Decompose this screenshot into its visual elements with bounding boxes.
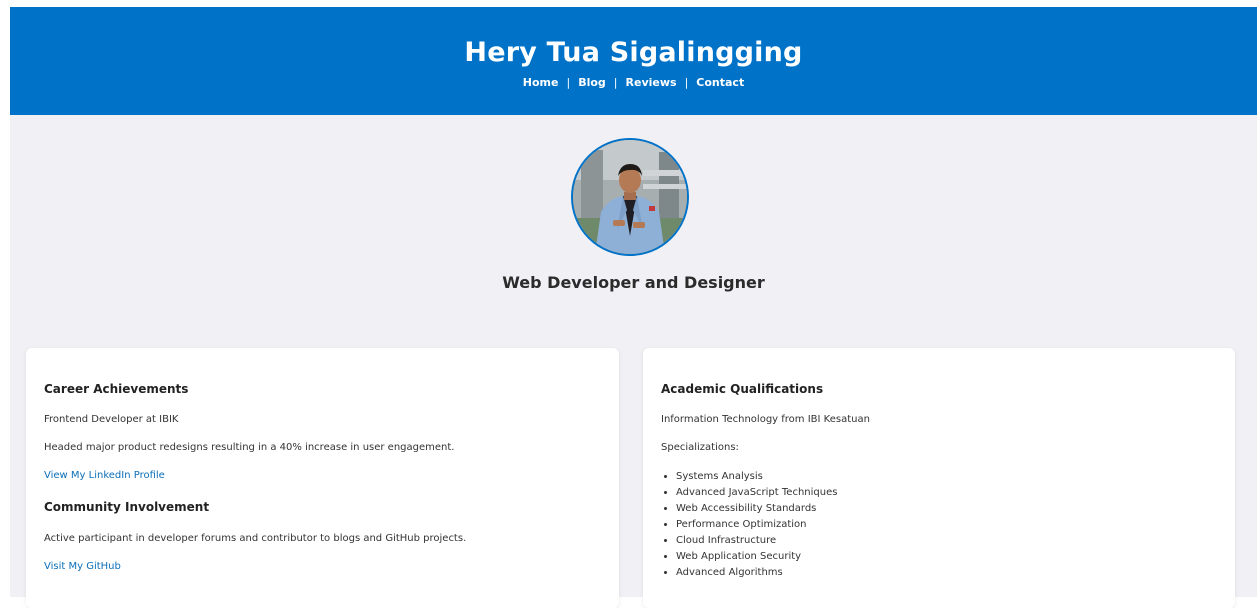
- site-header: Hery Tua Sigalingging Home | Blog | Reviews |…: [10, 7, 1257, 115]
- list-item: Web Accessibility Standards: [676, 501, 837, 517]
- community-text: Active participant in developer forums a…: [44, 533, 467, 544]
- profile-avatar: [571, 138, 689, 256]
- career-card: Career Achievements Frontend Developer a…: [26, 348, 619, 608]
- nav-link-reviews[interactable]: Reviews: [626, 76, 677, 89]
- career-achievement: Headed major product redesigns resulting…: [44, 442, 455, 453]
- nav-link-blog[interactable]: Blog: [578, 76, 606, 89]
- linkedin-link[interactable]: View My LinkedIn Profile: [44, 469, 165, 483]
- main-nav: Home | Blog | Reviews | Contact: [10, 75, 1257, 91]
- profile-photo-icon: [573, 140, 687, 254]
- academic-card: Academic Qualifications Information Tech…: [643, 348, 1235, 608]
- nav-separator: |: [566, 76, 571, 89]
- community-heading: Community Involvement: [44, 500, 210, 514]
- list-item: Web Application Security: [676, 549, 837, 565]
- career-role: Frontend Developer at IBIK: [44, 414, 179, 425]
- nav-separator: |: [684, 76, 689, 89]
- profile-tagline: Web Developer and Designer: [502, 273, 765, 292]
- list-item: Systems Analysis: [676, 469, 837, 485]
- list-item: Advanced JavaScript Techniques: [676, 485, 837, 501]
- academic-degree: Information Technology from IBI Kesatuan: [661, 414, 870, 425]
- list-item: Cloud Infrastructure: [676, 533, 837, 549]
- career-heading: Career Achievements: [44, 382, 189, 396]
- specializations-label: Specializations:: [661, 442, 739, 453]
- nav-link-contact[interactable]: Contact: [696, 76, 744, 89]
- nav-separator: |: [613, 76, 618, 89]
- github-link[interactable]: Visit My GitHub: [44, 560, 121, 574]
- academic-heading: Academic Qualifications: [661, 382, 824, 396]
- nav-link-home[interactable]: Home: [523, 76, 559, 89]
- list-item: Performance Optimization: [676, 517, 837, 533]
- list-item: Advanced Algorithms: [676, 565, 837, 581]
- site-title: Hery Tua Sigalingging: [464, 37, 803, 68]
- specializations-list: Systems Analysis Advanced JavaScript Tec…: [661, 469, 837, 581]
